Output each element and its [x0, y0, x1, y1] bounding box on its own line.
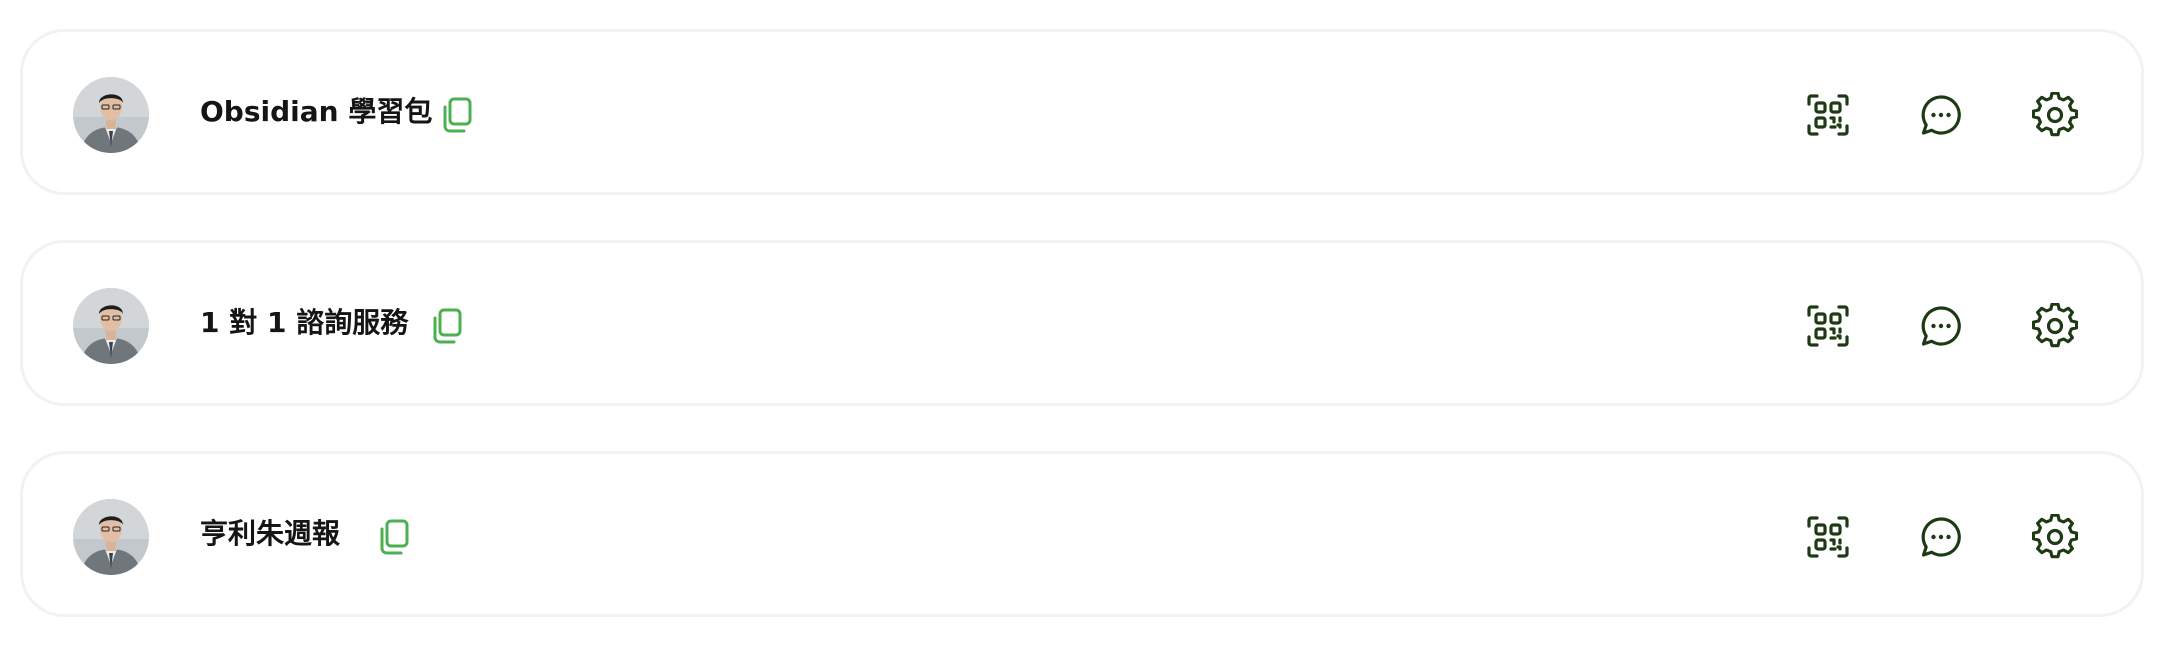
avatar [73, 77, 149, 153]
copy-icon[interactable] [428, 306, 468, 346]
item-list: Obsidian 學習包 1 對 1 諮詢服務 亨利朱週報 [0, 0, 2166, 656]
chat-icon[interactable] [1918, 92, 1964, 138]
qr-code-icon[interactable] [1805, 303, 1851, 349]
gear-icon[interactable] [2032, 514, 2078, 560]
avatar [73, 288, 149, 364]
list-item: Obsidian 學習包 [20, 29, 2144, 195]
chat-icon[interactable] [1918, 303, 1964, 349]
copy-icon[interactable] [438, 95, 478, 135]
qr-code-icon[interactable] [1805, 514, 1851, 560]
list-item: 1 對 1 諮詢服務 [20, 240, 2144, 406]
gear-icon[interactable] [2032, 303, 2078, 349]
item-title: 亨利朱週報 [200, 517, 341, 550]
gear-icon[interactable] [2032, 92, 2078, 138]
qr-code-icon[interactable] [1805, 92, 1851, 138]
copy-icon[interactable] [375, 517, 415, 557]
item-title: 1 對 1 諮詢服務 [200, 306, 409, 339]
list-item: 亨利朱週報 [20, 451, 2144, 617]
avatar [73, 499, 149, 575]
chat-icon[interactable] [1918, 514, 1964, 560]
item-title: Obsidian 學習包 [200, 95, 433, 128]
